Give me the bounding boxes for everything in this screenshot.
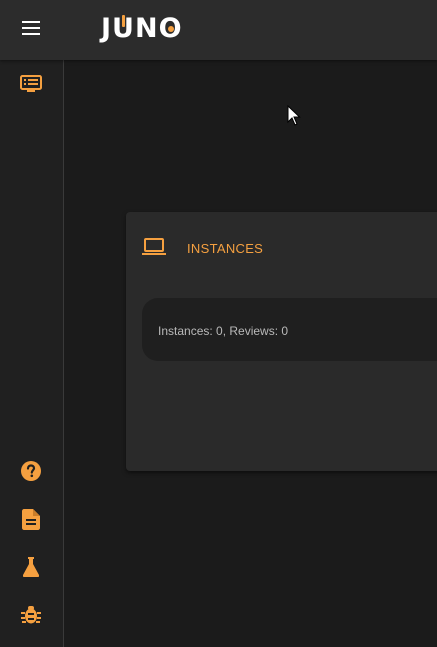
juno-logo[interactable]: JUNO (101, 12, 183, 44)
sidebar-item-list[interactable] (19, 72, 43, 96)
bug-icon (21, 606, 41, 624)
app-root: JUNO (0, 0, 437, 647)
document-icon (22, 508, 40, 530)
sidebar-item-lab[interactable] (19, 555, 43, 579)
instances-summary-panel: Instances: 0, Reviews: 0 (142, 298, 437, 361)
list-view-icon (20, 75, 42, 92)
sidebar-item-docs[interactable] (19, 507, 43, 531)
help-circle-icon (21, 461, 41, 481)
mouse-cursor-icon (287, 105, 301, 126)
logo-text: JUNO (101, 13, 183, 44)
sidebar (0, 60, 64, 647)
flask-icon (23, 557, 39, 577)
card-title: INSTANCES (187, 241, 264, 256)
top-bar: JUNO (0, 0, 437, 60)
instances-summary-text: Instances: 0, Reviews: 0 (158, 324, 289, 338)
sidebar-item-bug[interactable] (19, 603, 43, 627)
laptop-icon (142, 238, 166, 255)
sidebar-item-help[interactable] (19, 459, 43, 483)
menu-button[interactable] (13, 10, 49, 46)
instances-card: INSTANCES Instances: 0, Reviews: 0 (126, 212, 437, 471)
hamburger-menu-icon (22, 21, 40, 35)
